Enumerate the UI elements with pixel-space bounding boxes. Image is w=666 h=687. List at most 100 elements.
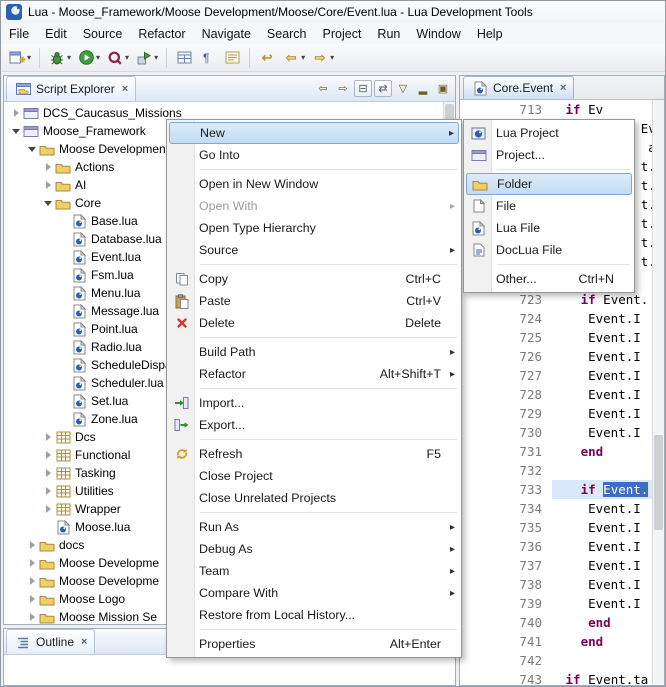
menu-project[interactable]: Project — [315, 25, 370, 43]
menu-item-restore-from-local-history[interactable]: Restore from Local History... — [169, 604, 459, 626]
menu-search[interactable]: Search — [259, 25, 315, 43]
code-line-713[interactable]: 713 if Ev — [460, 100, 652, 119]
line-number[interactable]: 736 — [460, 537, 552, 556]
forward-icon[interactable]: ⇨ — [334, 80, 352, 97]
collapsed-arrow-icon[interactable] — [26, 541, 38, 549]
debug-button[interactable]: ▾ — [46, 49, 73, 67]
menu-item-go-into[interactable]: Go Into — [169, 144, 459, 166]
back-icon[interactable]: ⇦ — [314, 80, 332, 97]
close-icon[interactable]: × — [560, 82, 566, 94]
submenu-item-folder[interactable]: Folder — [466, 173, 632, 195]
menu-item-debug-as[interactable]: Debug As▸ — [169, 538, 459, 560]
submenu-item-project[interactable]: Project... — [466, 144, 632, 166]
line-number[interactable]: 727 — [460, 366, 552, 385]
line-number[interactable]: 735 — [460, 518, 552, 537]
line-number[interactable]: 725 — [460, 328, 552, 347]
line-number[interactable]: 724 — [460, 309, 552, 328]
submenu-item-other[interactable]: Other...Ctrl+N — [466, 268, 632, 290]
run-button[interactable]: ▾ — [75, 48, 102, 67]
scrollbar-thumb[interactable] — [654, 435, 663, 530]
code-line-724[interactable]: 724 Event.I — [460, 309, 652, 328]
show-whitespace-button[interactable]: ¶ — [197, 49, 219, 66]
tab-core-event[interactable]: Core.Event × — [463, 76, 574, 99]
line-number[interactable]: 729 — [460, 404, 552, 423]
menu-item-open-in-new-window[interactable]: Open in New Window — [169, 173, 459, 195]
link-with-editor-icon[interactable]: ⇄ — [374, 80, 392, 97]
line-number[interactable]: 740 — [460, 613, 552, 632]
line-number[interactable]: 730 — [460, 423, 552, 442]
code-line-738[interactable]: 738 Event.I — [460, 575, 652, 594]
collapsed-arrow-icon[interactable] — [26, 559, 38, 567]
code-line-731[interactable]: 731 end — [460, 442, 652, 461]
menu-item-close-project[interactable]: Close Project — [169, 465, 459, 487]
menu-file[interactable]: File — [1, 25, 37, 43]
submenu-item-file[interactable]: File — [466, 195, 632, 217]
collapsed-arrow-icon[interactable] — [42, 469, 54, 477]
line-number[interactable]: 713 — [460, 100, 552, 119]
code-line-725[interactable]: 725 Event.I — [460, 328, 652, 347]
line-number[interactable]: 734 — [460, 499, 552, 518]
line-number[interactable]: 732 — [460, 461, 552, 480]
new-wizard-button[interactable]: ▾ — [6, 48, 33, 67]
code-line-727[interactable]: 727 Event.I — [460, 366, 652, 385]
last-edit-button[interactable]: ↩ — [256, 48, 278, 68]
submenu-item-lua-project[interactable]: Lua Project — [466, 122, 632, 144]
collapsed-arrow-icon[interactable] — [42, 451, 54, 459]
code-line-734[interactable]: 734 Event.I — [460, 499, 652, 518]
code-line-729[interactable]: 729 Event.I — [460, 404, 652, 423]
menu-item-properties[interactable]: PropertiesAlt+Enter — [169, 633, 459, 655]
line-number[interactable]: 733 — [460, 480, 552, 499]
collapsed-arrow-icon[interactable] — [26, 613, 38, 621]
collapsed-arrow-icon[interactable] — [42, 163, 54, 171]
expanded-arrow-icon[interactable] — [26, 147, 38, 152]
code-line-726[interactable]: 726 Event.I — [460, 347, 652, 366]
menu-item-source[interactable]: Source▸ — [169, 239, 459, 261]
expanded-arrow-icon[interactable] — [42, 201, 54, 206]
tab-script-explorer[interactable]: Script Explorer × — [6, 76, 136, 101]
menu-item-paste[interactable]: PasteCtrl+V — [169, 290, 459, 312]
tab-outline[interactable]: Outline × — [6, 629, 95, 654]
menu-item-refresh[interactable]: RefreshF5 — [169, 443, 459, 465]
code-line-733[interactable]: 733 if Event. — [460, 480, 652, 499]
menu-navigate[interactable]: Navigate — [194, 25, 259, 43]
line-number[interactable]: 726 — [460, 347, 552, 366]
menu-item-export[interactable]: Export... — [169, 414, 459, 436]
code-line-739[interactable]: 739 Event.I — [460, 594, 652, 613]
code-line-728[interactable]: 728 Event.I — [460, 385, 652, 404]
line-number[interactable]: 739 — [460, 594, 552, 613]
menu-edit[interactable]: Edit — [37, 25, 75, 43]
profile-button[interactable]: ▾ — [104, 49, 131, 67]
line-number[interactable]: 731 — [460, 442, 552, 461]
view-menu-icon[interactable]: ▽ — [394, 80, 412, 97]
collapse-all-icon[interactable]: ⊟ — [354, 80, 372, 97]
line-number[interactable]: 741 — [460, 632, 552, 651]
menu-item-run-as[interactable]: Run As▸ — [169, 516, 459, 538]
line-number[interactable]: 743 — [460, 670, 552, 685]
menu-run[interactable]: Run — [369, 25, 408, 43]
menu-item-refactor[interactable]: RefactorAlt+Shift+T▸ — [169, 363, 459, 385]
submenu-item-doclua-file[interactable]: DocLua File — [466, 239, 632, 261]
code-line-741[interactable]: 741 end — [460, 632, 652, 651]
close-icon[interactable]: × — [122, 83, 128, 95]
menu-item-compare-with[interactable]: Compare With▸ — [169, 582, 459, 604]
menu-item-import[interactable]: Import... — [169, 392, 459, 414]
minimize-icon[interactable]: ▂ — [414, 80, 432, 97]
code-line-740[interactable]: 740 end — [460, 613, 652, 632]
expanded-arrow-icon[interactable] — [10, 129, 22, 134]
menu-window[interactable]: Window — [408, 25, 468, 43]
code-line-730[interactable]: 730 Event.I — [460, 423, 652, 442]
editor-scrollbar[interactable] — [652, 100, 664, 685]
code-line-743[interactable]: 743 if Event.ta — [460, 670, 652, 685]
occurrences-button[interactable] — [221, 49, 243, 66]
collapsed-arrow-icon[interactable] — [26, 595, 38, 603]
close-icon[interactable]: × — [81, 636, 87, 648]
menu-help[interactable]: Help — [469, 25, 511, 43]
collapsed-arrow-icon[interactable] — [42, 433, 54, 441]
line-number[interactable]: 738 — [460, 575, 552, 594]
line-number[interactable]: 728 — [460, 385, 552, 404]
code-line-736[interactable]: 736 Event.I — [460, 537, 652, 556]
collapsed-arrow-icon[interactable] — [26, 577, 38, 585]
menu-item-build-path[interactable]: Build Path▸ — [169, 341, 459, 363]
menu-refactor[interactable]: Refactor — [130, 25, 193, 43]
submenu-item-lua-file[interactable]: Lua File — [466, 217, 632, 239]
